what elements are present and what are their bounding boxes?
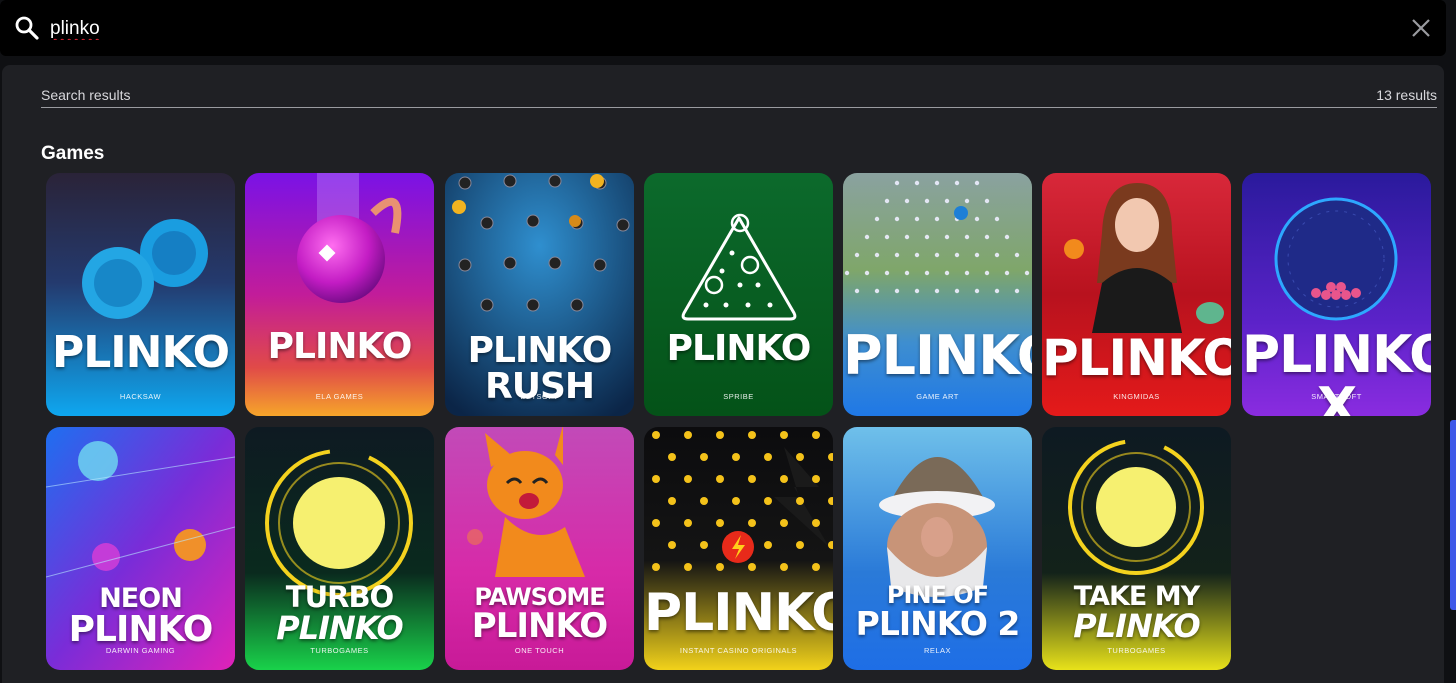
game-title: PAWSOME PLINKO [445,585,634,643]
magenta-ball-icon [245,173,434,416]
game-provider: GAME ART [916,392,959,401]
game-title: PLINKO [666,328,812,369]
game-tile-take-my-plinko[interactable]: TAKE MY PLINKO TURBOGAMES [1042,427,1231,670]
game-tile-neon-plinko[interactable]: NEON PLINKO DARWIN GAMING [46,427,235,670]
results-label: Search results [41,87,131,103]
game-provider: INSTANT CASINO ORIGINALS [679,646,798,655]
game-title: PLINKO [267,326,413,367]
game-title: PLINKO X [1242,325,1431,416]
game-title: TAKE MY PLINKO [1042,583,1231,642]
game-provider: SMARTSOFT [1311,392,1362,401]
search-bar [0,0,1446,56]
game-provider: TURBOGAMES [1107,646,1166,655]
game-provider: KINGMIDAS [1113,392,1160,401]
game-title: PLINKO [644,583,833,643]
game-provider: HACKSAW [119,392,162,401]
game-tile-plinko-spribe[interactable]: PLINKO SPRIBE [644,173,833,416]
search-results-panel: Search results 13 results Games PLINKO H… [2,65,1444,683]
game-tile-plinko-instant-casino[interactable]: PLINKO INSTANT CASINO ORIGINALS [644,427,833,670]
game-tile-turbo-plinko[interactable]: TURBO PLINKO TURBOGAMES [245,427,434,670]
game-tile-pawsome-plinko[interactable]: PAWSOME PLINKO ONE TOUCH [445,427,634,670]
game-tile-plinko-kingmidas[interactable]: PLINKO KINGMIDAS [1042,173,1231,416]
game-provider: ONE TOUCH [514,646,565,655]
game-title: PLINKO [843,324,1032,387]
games-grid: PLINKO HACKSAW PLINKO ELA GAMES PLINKO R… [46,173,1438,683]
game-provider: RELAX [923,646,952,655]
game-title-line2: PLINKO [276,609,403,647]
overlapping-rings-icon [46,173,235,416]
search-icon[interactable] [14,15,40,41]
game-title: PLINKO [51,327,230,378]
game-provider: SPRIBE [723,392,754,401]
section-title-games: Games [41,143,105,164]
game-title-line2: PLINKO [68,609,214,650]
game-title: PINE OF PLINKO 2 [843,583,1032,640]
game-tile-plinko-hacksaw[interactable]: PLINKO HACKSAW [46,173,235,416]
game-provider: BETSOFT [520,392,559,401]
game-tile-plinko-gameart[interactable]: PLINKO GAME ART [843,173,1032,416]
game-title-line1: TURBO [285,580,394,614]
game-tile-plinko-rush[interactable]: PLINKO RUSH BETSOFT [445,173,634,416]
game-tile-plinko-x[interactable]: PLINKO X SMARTSOFT [1242,173,1431,416]
game-title-line2: PLINKO [1073,607,1200,645]
game-tile-pine-of-plinko-2[interactable]: PINE OF PLINKO 2 RELAX [843,427,1032,670]
game-title-line1: NEON [99,583,183,614]
game-title: TURBO PLINKO [245,580,434,647]
game-provider: ELA GAMES [315,392,364,401]
game-title-line2: PLINKO [471,606,608,646]
results-count: 13 results [1376,87,1437,103]
triangle-pegs-icon [644,173,833,416]
game-tile-plinko-ela[interactable]: PLINKO ELA GAMES [245,173,434,416]
game-title-line2: PLINKO 2 [855,604,1021,643]
game-provider: DARWIN GAMING [105,646,176,655]
game-title: PLINKO [1042,329,1231,387]
search-input[interactable] [50,14,1350,44]
results-header: Search results 13 results [41,87,1437,108]
game-title-line1: TAKE MY [1073,581,1200,612]
game-title: NEON PLINKO [46,585,235,648]
close-icon[interactable] [1410,17,1432,39]
game-provider: TURBOGAMES [310,646,369,655]
scrollbar-thumb[interactable] [1450,420,1456,610]
